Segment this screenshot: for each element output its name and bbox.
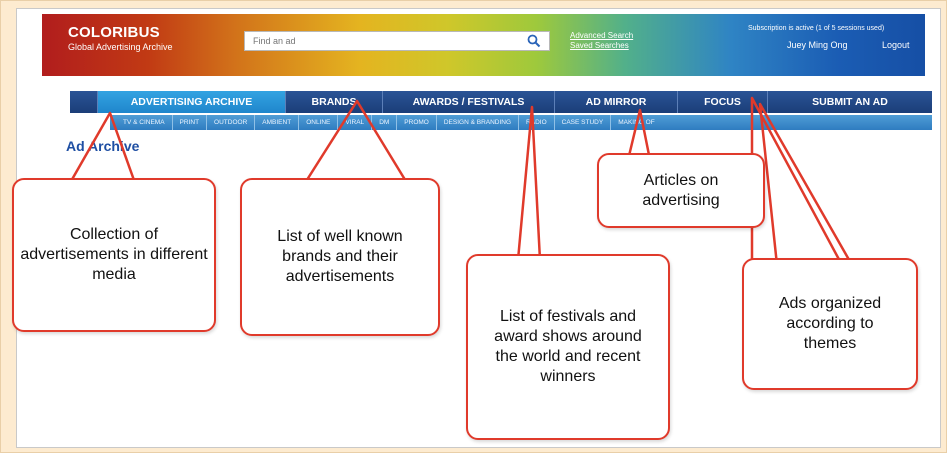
callout-brands: List of well known brands and their adve… [240,178,440,336]
subnav-case-study[interactable]: CASE STUDY [555,115,612,130]
logout-link[interactable]: Logout [882,40,910,50]
search-icon[interactable] [527,34,541,48]
subnav-design-branding[interactable]: DESIGN & BRANDING [437,115,520,130]
subnav-promo[interactable]: PROMO [397,115,437,130]
subnav-online[interactable]: ONLINE [299,115,339,130]
subnav-print[interactable]: PRINT [173,115,208,130]
callout-mirror: Articles on advertising [597,153,765,228]
nav-brands[interactable]: BRANDS [286,91,383,113]
subnav-outdoor[interactable]: OUTDOOR [207,115,256,130]
callout-festivals: List of festivals and award shows around… [466,254,670,440]
subnav-tv-cinema[interactable]: TV & CINEMA [116,115,173,130]
subscription-status: Subscription is active (1 of 5 sessions … [748,25,885,32]
nav-submit-an-ad[interactable]: SUBMIT AN AD [768,91,932,113]
saved-searches-link[interactable]: Saved Searches [570,41,629,50]
sub-nav: TV & CINEMA PRINT OUTDOOR AMBIENT ONLINE… [110,115,932,130]
nav-awards-festivals[interactable]: AWARDS / FESTIVALS [383,91,555,113]
search-input[interactable] [245,32,523,50]
callout-mirror-text: Articles on advertising [642,171,720,209]
callout-focus-text: Ads organized according to themes [778,295,882,352]
user-name[interactable]: Juey Ming Ong [787,40,848,50]
callout-archive-text: Collection of advertisements in differen… [20,226,208,283]
subnav-ambient[interactable]: AMBIENT [255,115,300,130]
callout-brands-text: List of well known brands and their adve… [277,228,403,285]
subnav-viral[interactable]: VIRAL [338,115,373,130]
nav-advertising-archive[interactable]: ADVERTISING ARCHIVE [98,91,286,113]
advanced-search-link[interactable]: Advanced Search [570,31,633,40]
site-logo[interactable]: COLORIBUS [68,24,160,41]
callout-archive: Collection of advertisements in differen… [12,178,216,332]
subnav-radio[interactable]: RADIO [519,115,555,130]
subnav-dm[interactable]: DM [372,115,398,130]
page-title: Ad Archive [66,138,140,154]
main-nav: ADVERTISING ARCHIVE BRANDS AWARDS / FEST… [70,91,932,113]
callout-festivals-text: List of festivals and award shows around… [494,308,642,385]
nav-spacer [70,91,98,113]
callout-focus: Ads organized according to themes [742,258,918,390]
search-box [244,31,550,51]
nav-focus[interactable]: FOCUS [678,91,768,113]
site-tagline: Global Advertising Archive [68,42,173,52]
subnav-making-of[interactable]: MAKING OF [611,115,661,130]
nav-ad-mirror[interactable]: AD MIRROR [555,91,678,113]
